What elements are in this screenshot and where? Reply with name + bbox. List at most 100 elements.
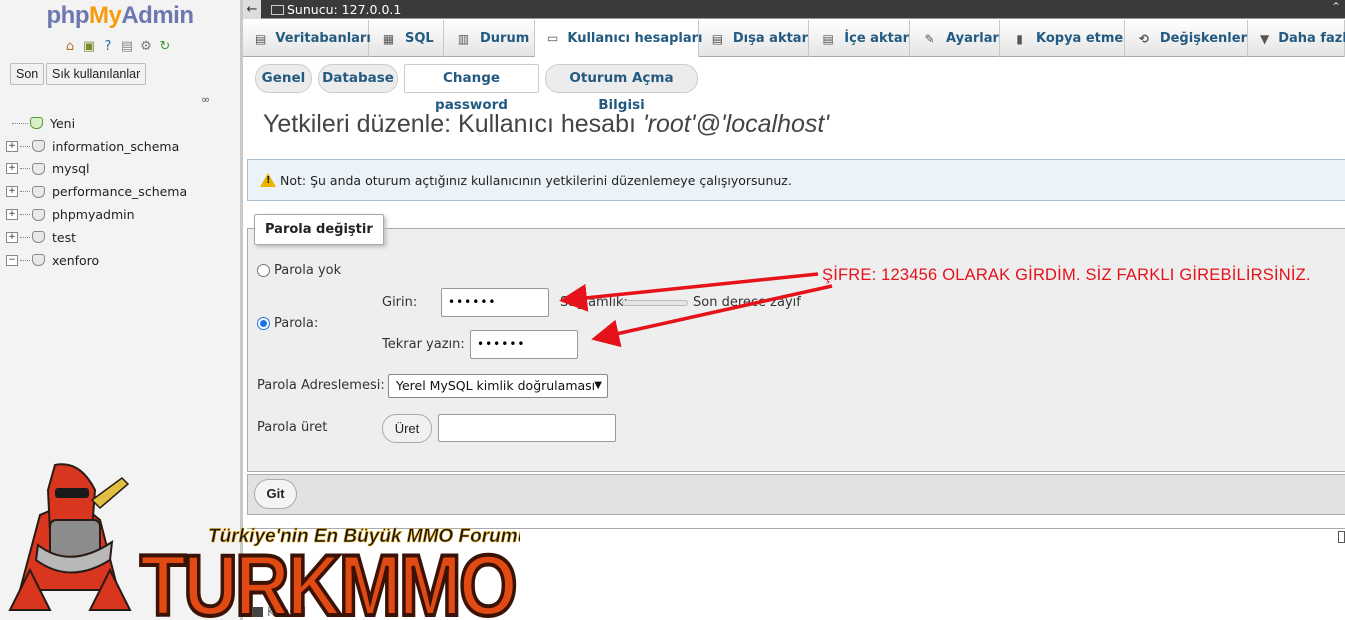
- reload-icon[interactable]: ↻: [157, 39, 173, 55]
- database-tree: Yeni + information_schema + mysql + performanc…: [6, 112, 187, 272]
- notice-text: Not: Şu anda oturum açtığınız kullanıcın…: [280, 172, 792, 188]
- tab-database[interactable]: ▤ Veritabanları: [243, 20, 371, 57]
- tree-connector: [20, 145, 30, 147]
- subtab-database[interactable]: Database: [318, 64, 398, 93]
- docs-icon[interactable]: ▤: [119, 39, 135, 55]
- tree-connector: [20, 191, 30, 193]
- tab-export[interactable]: ▤ Dışa aktar: [699, 20, 809, 57]
- recent-button[interactable]: Son: [10, 63, 45, 85]
- subtab-change-password[interactable]: Change password: [404, 64, 539, 113]
- tree-item-label[interactable]: Yeni: [50, 116, 75, 131]
- password-label[interactable]: Parola:: [274, 316, 318, 331]
- phpmyadmin-logo[interactable]: phpMyAdmin: [0, 2, 240, 30]
- retype-password-input[interactable]: ••••••: [470, 330, 578, 359]
- back-arrow-icon[interactable]: ←: [243, 0, 261, 19]
- page-title-prefix: Yetkileri düzenle: Kullanıcı hesabı: [263, 110, 643, 138]
- tab-import[interactable]: ▤ İçe aktar: [809, 20, 910, 57]
- wrench-icon: ✎: [924, 31, 935, 46]
- strength-value: Son derece zayıf: [693, 295, 801, 310]
- tab-replication[interactable]: ▮ Kopya etme: [1000, 20, 1125, 57]
- tree-item-information-schema[interactable]: + information_schema: [6, 135, 187, 158]
- import-icon: ▤: [822, 31, 834, 46]
- tree-item-xenforo[interactable]: − xenforo: [6, 249, 187, 272]
- hashing-method-select[interactable]: Yerel MySQL kimlik doğrulaması ▼: [388, 374, 608, 398]
- tree-item-label[interactable]: performance_schema: [52, 184, 187, 199]
- exit-icon[interactable]: ▣: [81, 39, 97, 55]
- collapse-tree-icon[interactable]: −: [6, 254, 18, 266]
- logo-php: php: [46, 2, 90, 29]
- link-icon[interactable]: ∞: [201, 93, 210, 106]
- server-label: Sunucu: 127.0.0.1: [287, 2, 402, 17]
- logo-my: My: [88, 2, 122, 29]
- generate-password-label: Parola üret: [257, 420, 328, 435]
- tab-variables[interactable]: ⟲ Değişkenler: [1125, 20, 1248, 57]
- warning-icon: [260, 173, 276, 187]
- tree-item-yeni[interactable]: Yeni: [6, 112, 187, 135]
- tree-item-label[interactable]: phpmyadmin: [52, 207, 135, 222]
- sql-icon: ▦: [382, 31, 395, 46]
- tab-status-chart[interactable]: ▥ Durum: [444, 20, 535, 57]
- home-icon[interactable]: ⌂: [62, 39, 78, 55]
- favorites-button[interactable]: Sık kullanılanlar: [46, 63, 147, 85]
- tree-connector: [20, 214, 30, 216]
- expand-tree-icon[interactable]: +: [6, 186, 18, 198]
- tab-users[interactable]: ▭ Kullanıcı hesapları: [535, 20, 703, 57]
- no-password-radio[interactable]: [257, 264, 270, 277]
- tab-wrench[interactable]: ✎ Ayarlar: [910, 20, 1000, 57]
- tab-sql[interactable]: ▦ SQL: [369, 20, 444, 57]
- mascot-logo: [8, 463, 132, 611]
- console-toggle-icon[interactable]: [1338, 531, 1345, 543]
- password-radio[interactable]: [257, 317, 270, 330]
- change-password-legend: Parola değiştir: [254, 214, 384, 245]
- expand-tree-icon[interactable]: +: [6, 231, 18, 243]
- tab-label: Kopya etme: [1036, 31, 1124, 46]
- chevron-down-icon: ▼: [1260, 31, 1270, 46]
- notice-box: Not: Şu anda oturum açtığınız kullanıcın…: [247, 159, 1345, 201]
- collapse-icon[interactable]: ⌃: [1331, 0, 1341, 14]
- password-input[interactable]: ••••••: [441, 288, 549, 317]
- logo-admin: Admin: [121, 2, 194, 29]
- subtab-login-information[interactable]: Oturum Açma Bilgisi: [545, 64, 698, 113]
- tab-chevron-down[interactable]: ▼ Daha fazla: [1248, 20, 1345, 57]
- tree-item-test[interactable]: + test: [6, 226, 187, 249]
- users-icon: ▭: [547, 31, 559, 45]
- tree-item-performance-schema[interactable]: + performance_schema: [6, 180, 187, 203]
- tab-label: Kullanıcı hesapları: [567, 30, 703, 46]
- tab-label: Dışa aktar: [732, 31, 808, 46]
- tree-connector: [20, 236, 30, 238]
- tree-item-label[interactable]: information_schema: [52, 139, 179, 154]
- help-icon[interactable]: ?: [100, 39, 116, 55]
- generate-button[interactable]: Üret: [382, 414, 432, 443]
- tree-item-label[interactable]: test: [52, 230, 76, 245]
- main-tab-bar: ▤ Veritabanları ▦ SQL ▥ Durum ▭ Kullanıcı hesap…: [243, 20, 1345, 57]
- strength-meter: [622, 300, 688, 306]
- enter-label: Girin:: [382, 295, 418, 310]
- server-breadcrumb[interactable]: Sunucu: 127.0.0.1: [271, 2, 401, 17]
- tab-label: Veritabanları: [275, 31, 371, 46]
- tree-item-mysql[interactable]: + mysql: [6, 158, 187, 181]
- tab-label: Değişkenler: [1159, 31, 1247, 46]
- tab-label: Daha fazla: [1278, 31, 1345, 46]
- generated-password-field[interactable]: [438, 414, 616, 442]
- tree-item-phpmyadmin[interactable]: + phpmyadmin: [6, 203, 187, 226]
- database-icon: [32, 231, 45, 244]
- watermark-brand: TURKMMO: [140, 538, 515, 620]
- database-icon: [32, 140, 45, 153]
- replication-icon: ▮: [1016, 31, 1023, 46]
- server-icon: [271, 5, 284, 15]
- database-icon: [32, 185, 45, 198]
- tab-label: İçe aktar: [844, 31, 909, 46]
- expand-tree-icon[interactable]: +: [6, 163, 18, 175]
- no-password-label[interactable]: Parola yok: [274, 263, 341, 278]
- tree-connector: [12, 122, 28, 124]
- tree-item-label[interactable]: xenforo: [52, 253, 99, 268]
- tab-label: Ayarlar: [946, 31, 999, 46]
- subtab-general[interactable]: Genel: [255, 64, 312, 93]
- tab-label: SQL: [405, 31, 434, 46]
- expand-tree-icon[interactable]: +: [6, 209, 18, 221]
- tree-item-label[interactable]: mysql: [52, 161, 90, 176]
- settings-icon[interactable]: ⚙: [138, 39, 154, 55]
- expand-tree-icon[interactable]: +: [6, 140, 18, 152]
- database-icon: ▤: [255, 31, 267, 46]
- status-chart-icon: ▥: [457, 31, 470, 46]
